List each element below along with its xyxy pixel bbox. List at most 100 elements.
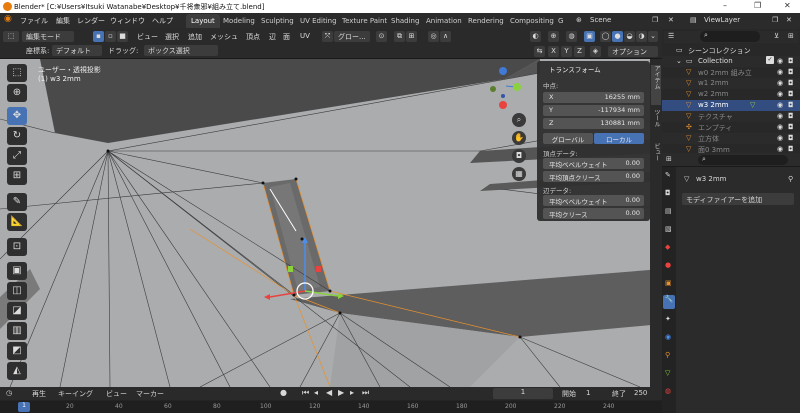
scene-collection-row[interactable]: ▭ シーンコレクション <box>662 45 800 56</box>
data-tab-icon[interactable]: ▽ <box>665 369 670 377</box>
bevel-icon[interactable]: ◪ <box>7 302 27 320</box>
tool-tab-icon[interactable]: ✎ <box>665 171 671 179</box>
playback-menu[interactable]: 再生 <box>32 389 46 399</box>
pin-icon[interactable]: ⚲ <box>788 175 793 183</box>
xray-icon[interactable]: ▣ <box>584 31 595 42</box>
vertex-crease-field[interactable]: 平均頂点クリース 0.00 <box>543 171 644 182</box>
start-value[interactable]: 1 <box>586 389 590 397</box>
minimize-button[interactable]: – <box>723 1 727 10</box>
camera-render-icon[interactable]: ◘ <box>788 90 794 98</box>
tab-rendering[interactable]: Rendering <box>463 14 509 28</box>
expand-icon[interactable]: ⌄ <box>676 57 682 65</box>
menu-help[interactable]: ヘルプ <box>152 16 173 26</box>
scene-close-icon[interactable]: ✕ <box>668 16 674 24</box>
x-field[interactable]: X 16255 mm <box>543 92 644 103</box>
camera-render-icon[interactable]: ◘ <box>788 68 794 76</box>
zoom-icon[interactable]: ⌕ <box>512 113 526 127</box>
props-editor-icon[interactable]: ⊞ <box>666 155 672 163</box>
render-tab-icon[interactable]: ◘ <box>665 189 671 197</box>
eye-icon[interactable]: ◉ <box>777 145 783 153</box>
poly-build-icon[interactable]: ◭ <box>7 362 27 380</box>
output-tab-icon[interactable]: ▤ <box>665 207 672 215</box>
eye-icon[interactable]: ◉ <box>777 68 783 76</box>
props-search-icon[interactable]: ⌕ <box>698 155 788 165</box>
orientation-dropdown[interactable]: グロー... <box>334 31 370 42</box>
drag-dropdown[interactable]: ボックス選択 <box>144 45 218 56</box>
tab-view[interactable]: ビュー <box>651 143 661 173</box>
measure-icon[interactable]: 📐 <box>7 213 27 231</box>
inset-icon[interactable]: ◫ <box>7 282 27 300</box>
eye-icon[interactable]: ◉ <box>777 90 783 98</box>
tab-compositing[interactable]: Compositing <box>505 14 559 28</box>
object-tab-icon[interactable]: ▣ <box>665 279 672 287</box>
outliner-editor-icon[interactable]: ☰ <box>668 32 674 40</box>
eye-icon[interactable]: ◉ <box>777 112 783 120</box>
timeline-editor-icon[interactable]: ◷ <box>6 389 12 397</box>
tab-tool[interactable]: ツール <box>651 109 661 139</box>
tab-item[interactable]: アイテム <box>651 65 661 105</box>
select-box-icon[interactable]: ⬚ <box>7 64 27 82</box>
prev-key-icon[interactable]: ◂ <box>314 388 318 397</box>
physics-tab-icon[interactable]: ◉ <box>665 333 671 341</box>
outliner-item[interactable]: ✣ エンプティ ◉ ◘ <box>662 122 800 133</box>
z-field[interactable]: Z 130881 mm <box>543 118 644 129</box>
new-collection-icon[interactable]: ⊞ <box>788 32 794 40</box>
blender-menu-icon[interactable]: ◉ <box>4 14 12 24</box>
menu-render[interactable]: レンダー <box>77 16 105 26</box>
camera-render-icon[interactable]: ◘ <box>788 123 794 131</box>
panel-header[interactable]: トランスフォーム <box>549 64 601 74</box>
scene-icon[interactable]: ⊛ <box>576 16 582 24</box>
play-icon[interactable]: ▶ <box>338 388 344 397</box>
outliner-item[interactable]: ▽ 立方体 ◉ ◘ <box>662 133 800 144</box>
tab-sculpting[interactable]: Sculpting <box>256 14 299 28</box>
gizmo-icon[interactable]: ⊕ <box>548 31 559 42</box>
edge-select-icon[interactable]: ▫ <box>105 31 116 42</box>
jump-end-icon[interactable]: ⏭ <box>362 388 369 398</box>
filter-icon[interactable]: ⊻ <box>774 32 779 40</box>
options-dropdown[interactable]: オプション <box>608 46 658 57</box>
eye-icon[interactable]: ◉ <box>777 57 783 65</box>
playhead[interactable]: 1 <box>18 402 30 412</box>
outliner-item[interactable]: ▽ テクスチャ ◉ ◘ <box>662 111 800 122</box>
proportional-edit-icon[interactable]: ◎ <box>428 31 439 42</box>
jump-start-icon[interactable]: ⏮ <box>302 388 309 398</box>
rotate-icon[interactable]: ↻ <box>7 127 27 145</box>
menu-view[interactable]: ビュー <box>137 32 158 42</box>
menu-mesh[interactable]: メッシュ <box>210 32 238 42</box>
pivot-icon[interactable]: ⊙ <box>376 31 387 42</box>
extrude-icon[interactable]: ▣ <box>7 262 27 280</box>
annotate-icon[interactable]: ✎ <box>7 193 27 211</box>
collection-row[interactable]: ⌄ ▭ Collection ✓ ◉ ◘ <box>662 56 800 67</box>
camera-render-icon[interactable]: ◘ <box>788 101 794 109</box>
move-icon[interactable]: ✥ <box>7 107 27 125</box>
grid-view-icon[interactable]: ▦ <box>512 167 526 181</box>
shading-material-icon[interactable]: ◒ <box>624 31 635 42</box>
outliner-search-icon[interactable]: ⌕ <box>700 31 760 42</box>
outliner-item[interactable]: ▽ w1 2mm ◉ ◘ <box>662 78 800 89</box>
maximize-button[interactable]: ❐ <box>754 1 761 10</box>
camera-render-icon[interactable]: ◘ <box>788 134 794 142</box>
add-cube-icon[interactable]: ⊡ <box>7 238 27 256</box>
menu-select[interactable]: 選択 <box>165 32 179 42</box>
eye-icon[interactable]: ◉ <box>777 101 783 109</box>
axis-x-toggle[interactable]: X <box>548 46 559 57</box>
add-modifier-button[interactable]: モディファイアーを追加 <box>682 193 794 205</box>
frame-ruler[interactable]: 1 20 40 60 80 100 120 140 160 180 200 22… <box>0 401 662 413</box>
falloff-icon[interactable]: ∧ <box>440 31 451 42</box>
auto-merge-icon[interactable]: ◈ <box>590 46 601 57</box>
material-tab-icon[interactable]: ◍ <box>665 387 671 395</box>
axis-z-toggle[interactable]: Z <box>574 46 585 57</box>
close-button[interactable]: ✕ <box>784 1 791 10</box>
world-tab-icon[interactable]: ● <box>665 261 671 269</box>
y-field[interactable]: Y -117934 mm <box>543 105 644 116</box>
bevel-weight-field[interactable]: 平均ベベルウェイト 0.00 <box>543 158 644 169</box>
view-menu[interactable]: ビュー <box>106 389 127 399</box>
pan-hand-icon[interactable]: ✋ <box>512 131 526 145</box>
mode-dropdown[interactable]: 編集モード <box>22 31 74 42</box>
next-key-icon[interactable]: ▸ <box>350 388 354 397</box>
coord-dropdown[interactable]: デフォルト <box>52 45 102 56</box>
camera-render-icon[interactable]: ◘ <box>788 57 794 65</box>
face-select-icon[interactable]: ■ <box>117 31 128 42</box>
checkbox-icon[interactable]: ✓ <box>766 56 774 64</box>
editor-type-icon[interactable]: ⬚ <box>3 31 19 42</box>
